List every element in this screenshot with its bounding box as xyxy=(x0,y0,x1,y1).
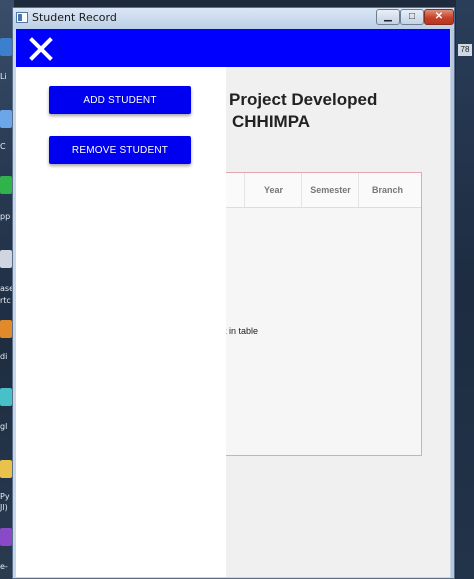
add-student-button[interactable]: ADD STUDENT xyxy=(49,86,191,114)
app-window: Student Record ▁ □ ✕ Project Developed C… xyxy=(12,7,455,579)
window-title: Student Record xyxy=(32,11,117,24)
desktop-icon[interactable] xyxy=(0,320,12,338)
desktop-icon[interactable] xyxy=(0,38,12,56)
desktop-label: C xyxy=(0,142,6,151)
column-header-semester[interactable]: Semester xyxy=(301,173,359,207)
headline-line-1: Project Developed xyxy=(229,90,378,109)
title-bar[interactable]: Student Record ▁ □ ✕ xyxy=(13,8,454,29)
minimize-button[interactable]: ▁ xyxy=(376,9,400,25)
desktop-icon[interactable] xyxy=(0,176,12,194)
desktop-label: e- xyxy=(0,562,8,571)
desktop-right-strip: 78 xyxy=(456,0,474,579)
remove-student-button[interactable]: REMOVE STUDENT xyxy=(49,136,191,164)
window-right-border xyxy=(451,29,454,578)
desktop-icon[interactable] xyxy=(0,110,12,128)
close-icon[interactable] xyxy=(28,36,54,62)
desktop-label: Jl) xyxy=(0,503,8,512)
desktop-badge: 78 xyxy=(458,44,472,56)
student-table: Year Semester Branch nt in table xyxy=(219,172,422,456)
window-client-area: Project Developed CHHIMPA Year Semester … xyxy=(16,29,450,577)
desktop-label: rtc xyxy=(0,296,11,305)
desktop-icon[interactable] xyxy=(0,460,12,478)
app-icon xyxy=(16,12,28,23)
table-header: Year Semester Branch xyxy=(222,173,421,208)
desktop-icon[interactable] xyxy=(0,528,12,546)
desktop-icon[interactable] xyxy=(0,388,12,406)
desktop-label: Py xyxy=(0,492,10,501)
window-close-button[interactable]: ✕ xyxy=(424,9,454,25)
headline-line-2: CHHIMPA xyxy=(232,112,311,131)
page-headline: Project Developed CHHIMPA xyxy=(229,89,377,133)
desktop-label: pp xyxy=(0,212,11,221)
maximize-button[interactable]: □ xyxy=(400,9,424,25)
desktop-label: Li xyxy=(0,72,7,81)
side-drawer: ADD STUDENT REMOVE STUDENT xyxy=(16,67,226,577)
column-header-year[interactable]: Year xyxy=(244,173,302,207)
app-bar xyxy=(16,29,450,67)
desktop-label: di xyxy=(0,352,8,361)
desktop-icon[interactable] xyxy=(0,250,12,268)
desktop-label: gl xyxy=(0,422,8,431)
column-header-branch[interactable]: Branch xyxy=(358,173,416,207)
